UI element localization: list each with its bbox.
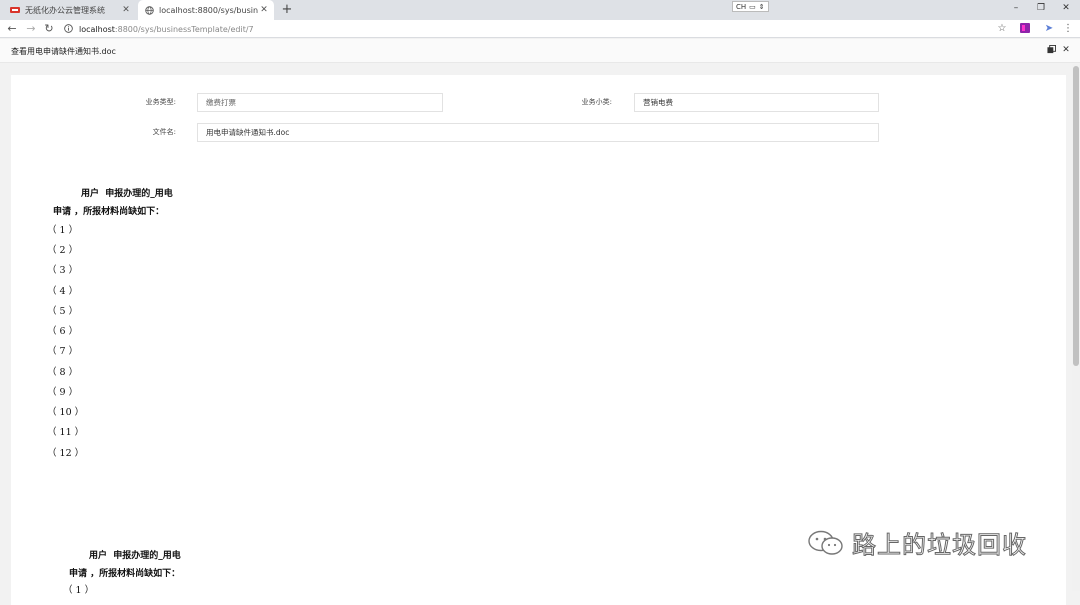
browser-toolbar: ← → ↻ localhost:8800/sys/businessTemplat… bbox=[0, 20, 1080, 38]
doc-paragraph-line: 用户 申报办理的_用电 bbox=[81, 189, 173, 199]
tab-business-template[interactable]: localhost:8800/sys/businessTe ✕ bbox=[138, 0, 274, 20]
close-icon[interactable]: ✕ bbox=[1060, 45, 1072, 55]
doc-list-item: （ 3 ） bbox=[47, 265, 79, 276]
doc-list-item: （ 1 ） bbox=[63, 585, 95, 596]
info-icon[interactable] bbox=[64, 24, 74, 34]
close-tab-icon[interactable]: ✕ bbox=[258, 5, 270, 15]
scrollbar-thumb[interactable] bbox=[1073, 66, 1079, 366]
chevron-updown-icon: ⇕ bbox=[758, 2, 765, 11]
close-tab-icon[interactable]: ✕ bbox=[120, 5, 132, 15]
globe-icon bbox=[144, 5, 154, 15]
forward-button[interactable]: → bbox=[25, 22, 37, 35]
business-type-label: 业务类型: bbox=[145, 98, 176, 106]
tab-strip: 无纸化办公云管理系统 ✕ localhost:8800/sys/business… bbox=[0, 0, 1080, 20]
tab-title: localhost:8800/sys/businessTe bbox=[159, 5, 258, 15]
doc-list-item: （ 7 ） bbox=[47, 346, 79, 357]
business-type-field[interactable]: 缴费打票 bbox=[197, 93, 443, 112]
business-subtype-field[interactable]: 营销电费 bbox=[634, 93, 879, 112]
url-host: localhost bbox=[79, 24, 115, 34]
close-window-button[interactable]: ✕ bbox=[1054, 3, 1078, 13]
bird-extension-icon[interactable]: ➤ bbox=[1042, 23, 1056, 34]
page-title: 查看用电申请缺件通知书.doc bbox=[11, 47, 116, 56]
doc-paragraph-line: 申请 ，所报材料尚缺如下： bbox=[69, 569, 181, 579]
filename-field[interactable]: 用电申请缺件通知书.doc bbox=[197, 123, 879, 142]
menu-kebab-icon[interactable]: ⋮ bbox=[1061, 23, 1075, 34]
tab-admin-system[interactable]: 无纸化办公云管理系统 ✕ bbox=[4, 0, 136, 20]
filename-label: 文件名: bbox=[152, 128, 176, 136]
doc-paragraph-line: 申请 ，所报材料尚缺如下： bbox=[53, 207, 165, 217]
watermark: 路上的垃圾回收 bbox=[806, 525, 1027, 560]
tab-title: 无纸化办公云管理系统 bbox=[25, 5, 105, 15]
site-logo-icon bbox=[10, 5, 20, 15]
extension-icon[interactable] bbox=[1018, 23, 1032, 36]
business-subtype-label: 业务小类: bbox=[581, 98, 612, 106]
doc-list-item: （ 10 ） bbox=[47, 407, 85, 418]
keyboard-icon: ▭ bbox=[749, 2, 756, 11]
ime-indicator[interactable]: CH ▭ ⇕ bbox=[732, 1, 769, 12]
doc-list-item: （ 2 ） bbox=[47, 245, 79, 256]
address-bar[interactable]: localhost:8800/sys/businessTemplate/edit… bbox=[64, 21, 980, 37]
ime-label: CH bbox=[736, 2, 747, 11]
doc-list-item: （ 9 ） bbox=[47, 387, 79, 398]
page-header: 查看用电申请缺件通知书.doc ✕ bbox=[0, 39, 1080, 63]
doc-list-item: （ 8 ） bbox=[47, 367, 79, 378]
doc-list-item: （ 12 ） bbox=[47, 448, 85, 459]
restore-button[interactable]: ❐ bbox=[1029, 3, 1053, 13]
doc-paragraph-line: 用户 申报办理的_用电 bbox=[89, 551, 181, 561]
reload-button[interactable]: ↻ bbox=[43, 22, 55, 35]
bookmark-star-icon[interactable]: ☆ bbox=[995, 23, 1009, 34]
wechat-logo-icon bbox=[806, 529, 846, 557]
new-tab-button[interactable]: + bbox=[280, 2, 294, 17]
watermark-text: 路上的垃圾回收 bbox=[852, 531, 1027, 560]
url-path: :8800/sys/businessTemplate/edit/7 bbox=[114, 24, 254, 34]
page-scrollbar[interactable] bbox=[1072, 64, 1080, 591]
minimize-button[interactable]: – bbox=[1004, 3, 1028, 13]
back-button[interactable]: ← bbox=[6, 22, 18, 35]
doc-list-item: （ 5 ） bbox=[47, 306, 79, 317]
doc-list-item: （ 4 ） bbox=[47, 286, 79, 297]
doc-list-item: （ 1 ） bbox=[47, 225, 79, 236]
maximize-icon[interactable] bbox=[1045, 45, 1057, 57]
doc-list-item: （ 6 ） bbox=[47, 326, 79, 337]
doc-list-item: （ 11 ） bbox=[47, 427, 85, 438]
